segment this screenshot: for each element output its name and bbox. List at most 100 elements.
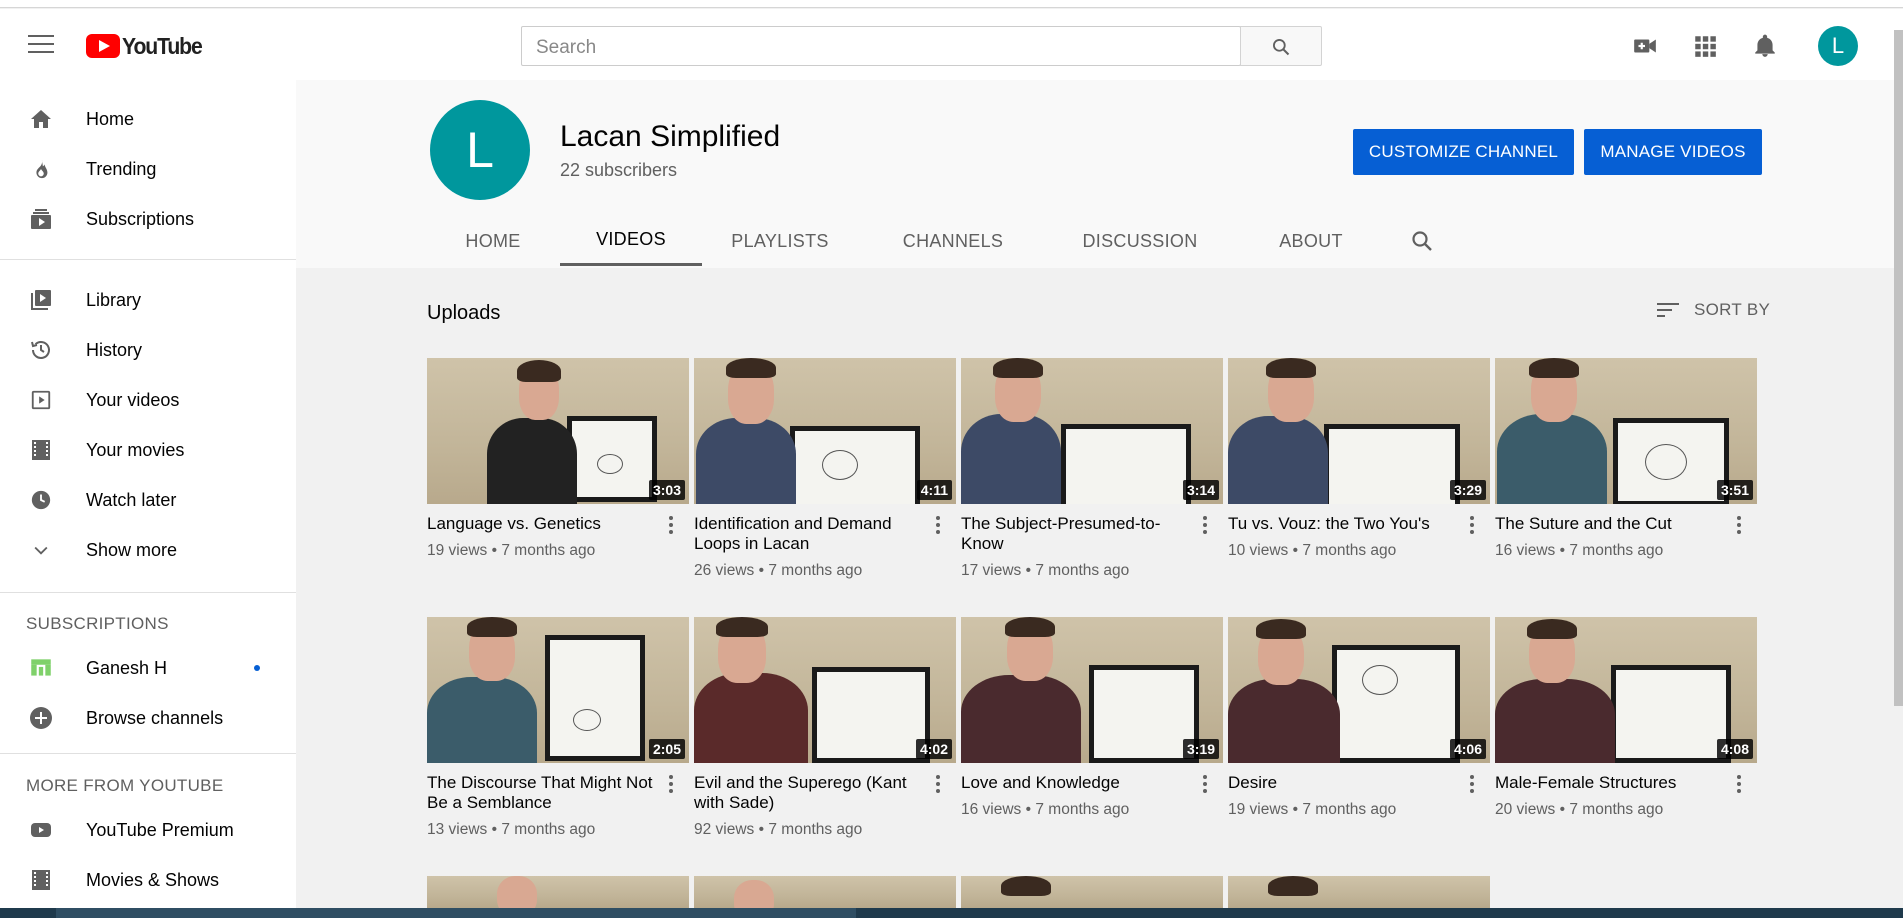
video-title[interactable]: The Subject-Presumed-to-Know <box>961 514 1193 554</box>
more-actions-icon[interactable] <box>1462 773 1482 797</box>
clock-icon <box>28 487 54 513</box>
sidebar-item-watch-later[interactable]: Watch later <box>0 475 296 525</box>
video-title[interactable]: Male-Female Structures <box>1495 773 1727 793</box>
video-metadata: 92 views • 7 months ago <box>694 821 863 838</box>
more-actions-icon[interactable] <box>928 773 948 797</box>
video-thumbnail[interactable]: 4:02 <box>694 617 956 763</box>
search-button[interactable] <box>1240 26 1322 66</box>
sidebar-item-show-more[interactable]: Show more <box>0 525 296 575</box>
video-card[interactable]: 3:51 The Suture and the Cut 16 views • 7… <box>1495 358 1757 560</box>
new-content-dot <box>254 665 260 671</box>
view-count: 92 views <box>694 821 755 838</box>
notifications-bell-icon[interactable] <box>1752 33 1778 59</box>
more-actions-icon[interactable] <box>928 514 948 538</box>
tab-videos[interactable]: VIDEOS <box>560 216 702 266</box>
more-actions-icon[interactable] <box>661 773 681 797</box>
channel-header: L Lacan Simplified 22 subscribers CUSTOM… <box>296 80 1903 268</box>
apps-grid-icon[interactable] <box>1692 33 1718 59</box>
more-actions-icon[interactable] <box>1195 773 1215 797</box>
view-count: 16 views <box>961 801 1022 818</box>
upload-age: 7 months ago <box>1569 542 1664 559</box>
video-thumbnail[interactable]: 3:51 <box>1495 358 1757 504</box>
video-title[interactable]: Identification and Demand Loops in Lacan <box>694 514 926 554</box>
video-thumbnail[interactable]: 3:29 <box>1228 358 1490 504</box>
video-card[interactable]: 4:06 Desire 19 views • 7 months ago <box>1228 617 1490 819</box>
sidebar-item-ganesh-h[interactable]: Ganesh H <box>0 643 296 693</box>
video-thumbnail[interactable] <box>427 876 689 908</box>
video-card[interactable]: 3:19 Love and Knowledge 16 views • 7 mon… <box>961 617 1223 819</box>
sort-by-button[interactable]: SORT BY <box>1656 300 1770 320</box>
search-input[interactable]: Search <box>521 26 1241 66</box>
video-thumbnail[interactable]: 2:05 <box>427 617 689 763</box>
sidebar-item-your-videos[interactable]: Your videos <box>0 375 296 425</box>
sidebar-label: Subscriptions <box>86 208 195 229</box>
upload-age: 7 months ago <box>1569 801 1664 818</box>
manage-videos-button[interactable]: MANAGE VIDEOS <box>1584 129 1762 175</box>
tab-discussion[interactable]: DISCUSSION <box>1052 216 1228 266</box>
video-title[interactable]: Evil and the Superego (Kant with Sade) <box>694 773 926 813</box>
trending-icon <box>28 156 54 182</box>
video-title[interactable]: The Discourse That Might Not Be a Sembla… <box>427 773 659 813</box>
youtube-logo[interactable]: YouTube <box>86 33 209 59</box>
tab-channels[interactable]: CHANNELS <box>874 216 1032 266</box>
view-count: 10 views <box>1228 542 1289 559</box>
video-card[interactable]: 4:11 Identification and Demand Loops in … <box>694 358 956 580</box>
video-card[interactable]: 4:08 Male-Female Structures 20 views • 7… <box>1495 617 1757 819</box>
add-circle-icon <box>28 705 54 731</box>
video-card[interactable]: 3:03 Language vs. Genetics 19 views • 7 … <box>427 358 689 560</box>
sidebar-item-history[interactable]: History <box>0 325 296 375</box>
video-title[interactable]: Desire <box>1228 773 1460 793</box>
video-duration: 3:14 <box>1182 480 1219 500</box>
video-title[interactable]: Tu vs. Vouz: the Two You's <box>1228 514 1460 534</box>
sidebar-item-library[interactable]: Library <box>0 275 296 325</box>
video-title[interactable]: The Suture and the Cut <box>1495 514 1727 534</box>
channel-search-button[interactable] <box>1394 216 1450 266</box>
sidebar-label: History <box>86 339 143 360</box>
video-thumbnail[interactable] <box>1228 876 1490 908</box>
video-thumbnail[interactable] <box>961 876 1223 908</box>
sidebar-item-trending[interactable]: Trending <box>0 144 296 194</box>
upload-age: 7 months ago <box>1302 542 1397 559</box>
sidebar-item-browse-channels[interactable]: Browse channels <box>0 693 296 743</box>
user-avatar[interactable]: L <box>1818 26 1858 66</box>
video-thumbnail[interactable]: 4:08 <box>1495 617 1757 763</box>
tab-home[interactable]: HOME <box>430 216 556 266</box>
sidebar-label: Watch later <box>86 489 177 510</box>
library-icon <box>28 287 54 313</box>
view-count: 19 views <box>1228 801 1289 818</box>
more-actions-icon[interactable] <box>1462 514 1482 538</box>
channel-avatar-icon <box>28 655 54 681</box>
page-scrollbar[interactable] <box>1894 30 1903 706</box>
video-thumbnail[interactable]: 3:14 <box>961 358 1223 504</box>
more-actions-icon[interactable] <box>1729 773 1749 797</box>
video-duration: 4:11 <box>916 480 952 500</box>
create-video-icon[interactable] <box>1632 33 1658 59</box>
sidebar-item-youtube-premium[interactable]: YouTube Premium <box>0 805 296 855</box>
more-actions-icon[interactable] <box>1195 514 1215 538</box>
video-card[interactable]: 3:14 The Subject-Presumed-to-Know 17 vie… <box>961 358 1223 580</box>
upload-age: 7 months ago <box>1302 801 1397 818</box>
more-actions-icon[interactable] <box>1729 514 1749 538</box>
sidebar-item-home[interactable]: Home <box>0 94 296 144</box>
sidebar-item-subscriptions[interactable]: Subscriptions <box>0 194 296 244</box>
sidebar-item-movies-shows[interactable]: Movies & Shows <box>0 855 296 905</box>
os-taskbar <box>0 908 1903 918</box>
video-card[interactable]: 3:29 Tu vs. Vouz: the Two You's 10 views… <box>1228 358 1490 560</box>
video-title[interactable]: Language vs. Genetics <box>427 514 659 534</box>
sidebar-item-your-movies[interactable]: Your movies <box>0 425 296 475</box>
video-title[interactable]: Love and Knowledge <box>961 773 1193 793</box>
video-thumbnail[interactable]: 3:19 <box>961 617 1223 763</box>
video-thumbnail[interactable]: 3:03 <box>427 358 689 504</box>
customize-channel-button[interactable]: CUSTOMIZE CHANNEL <box>1353 129 1574 175</box>
more-actions-icon[interactable] <box>661 514 681 538</box>
channel-avatar: L <box>430 100 530 200</box>
youtube-play-icon <box>86 34 120 58</box>
video-card[interactable]: 2:05 The Discourse That Might Not Be a S… <box>427 617 689 839</box>
video-card[interactable]: 4:02 Evil and the Superego (Kant with Sa… <box>694 617 956 839</box>
menu-icon[interactable] <box>28 35 54 55</box>
video-thumbnail[interactable]: 4:06 <box>1228 617 1490 763</box>
video-thumbnail[interactable] <box>694 876 956 908</box>
tab-playlists[interactable]: PLAYLISTS <box>706 216 854 266</box>
tab-about[interactable]: ABOUT <box>1246 216 1376 266</box>
video-thumbnail[interactable]: 4:11 <box>694 358 956 504</box>
